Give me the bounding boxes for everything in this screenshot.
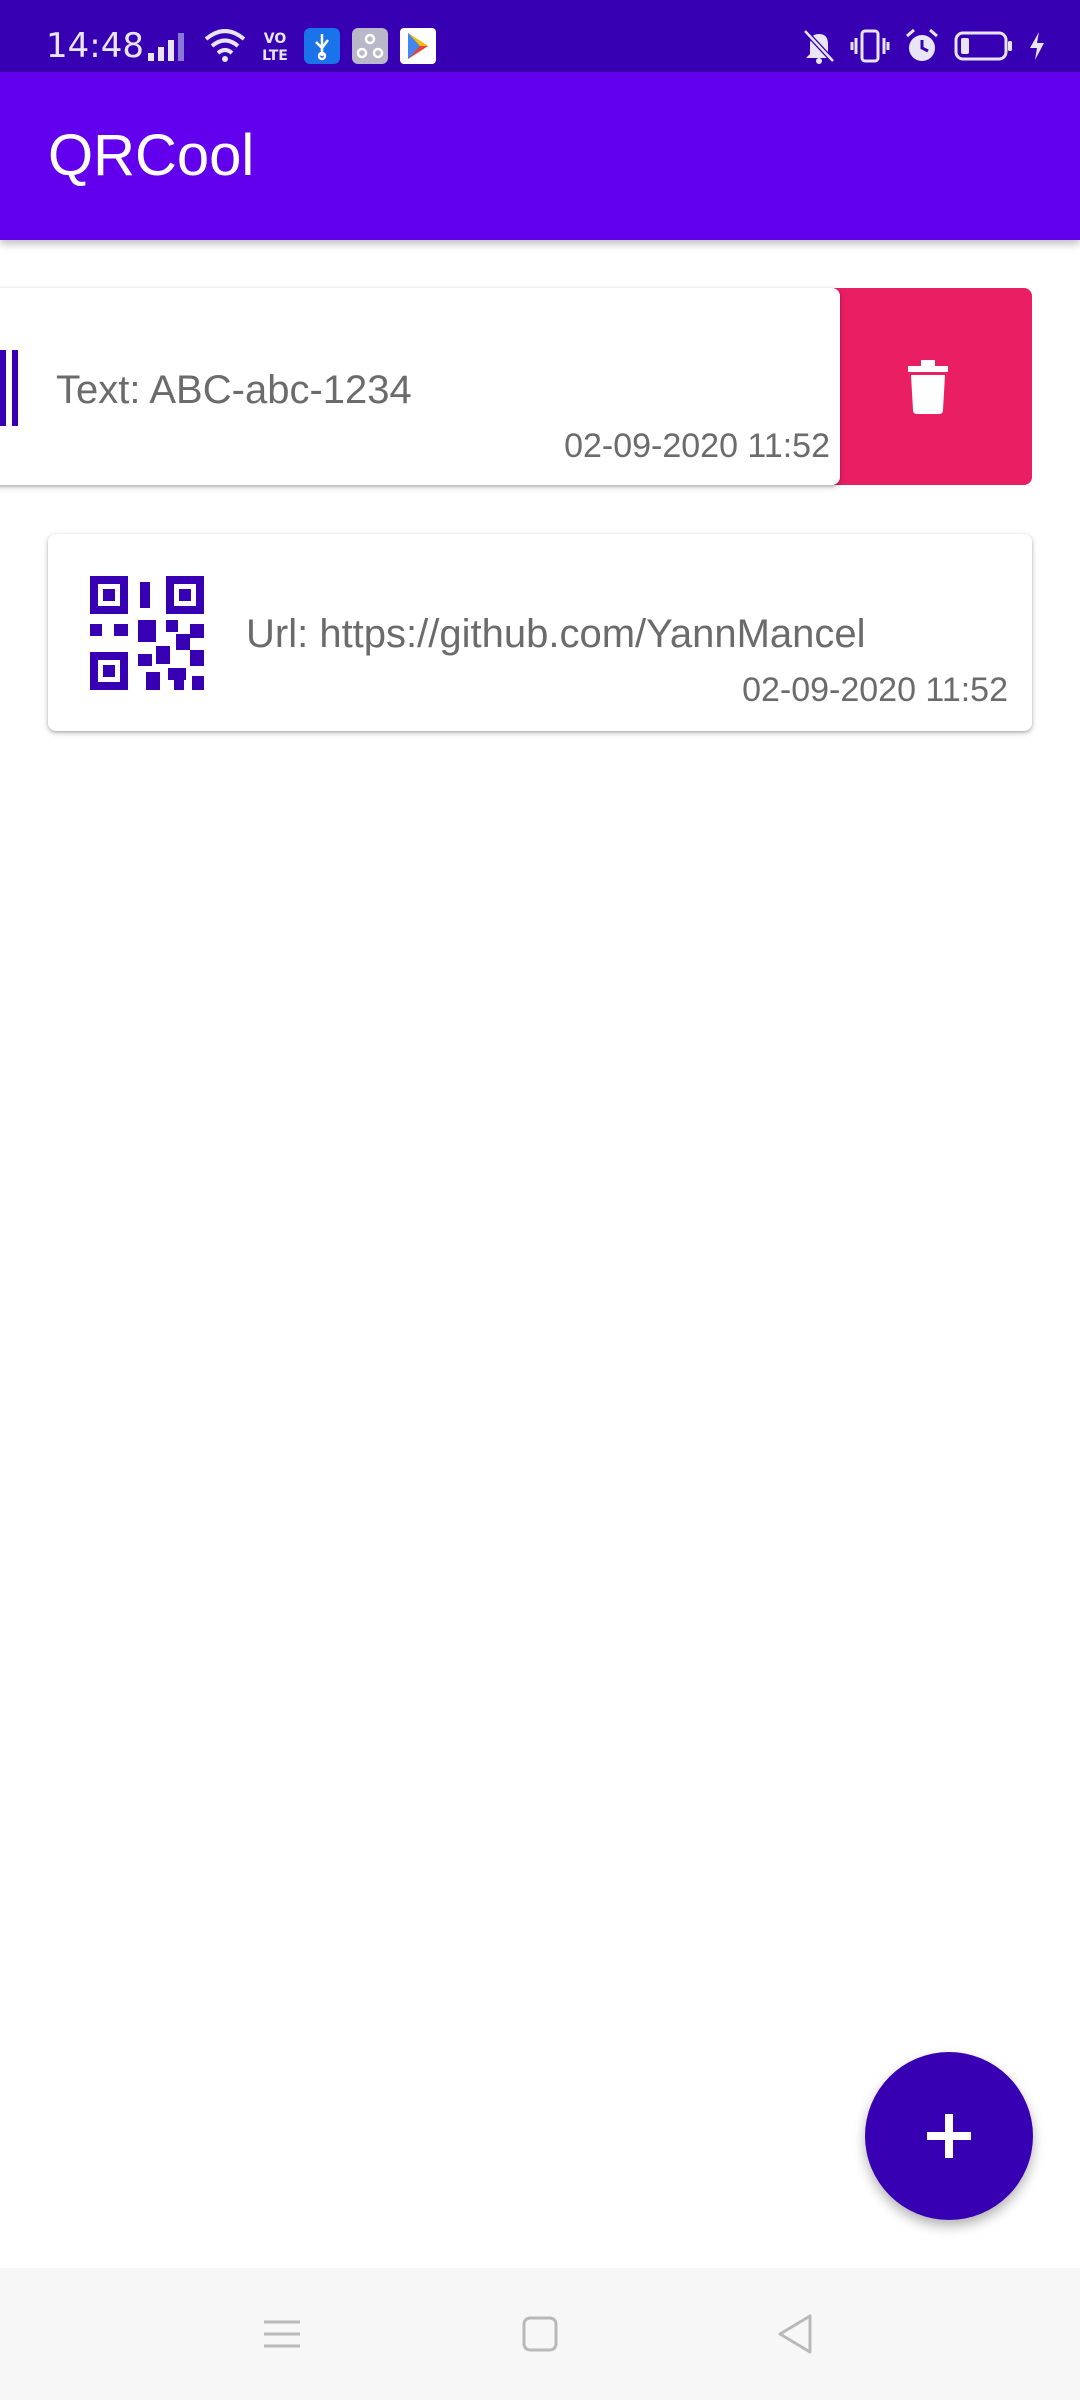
add-button[interactable] (865, 2052, 1033, 2220)
screen: 14:48 VO LTE QRCool Text: ABC-abc-1234 0… (0, 0, 1080, 2400)
usb-icon (304, 28, 340, 64)
volte-icon: VO LTE (258, 28, 292, 64)
item-date: 02-09-2020 11:52 (564, 427, 830, 465)
app-title: QRCool (48, 123, 255, 188)
list-item[interactable]: Text: ABC-abc-1234 02-09-2020 11:52 (0, 288, 840, 485)
menu-icon[interactable] (258, 2310, 306, 2358)
battery-icon (954, 30, 1014, 62)
alarm-icon (904, 28, 940, 64)
status-right-icons (802, 24, 1046, 68)
app-notification-icon (352, 28, 388, 64)
mute-icon (802, 28, 836, 64)
qr-code-icon (90, 576, 204, 694)
svg-text:VO: VO (264, 31, 287, 47)
app-bar: QRCool (0, 72, 1080, 240)
list-item[interactable]: Url: https://github.com/YannMancel 02-09… (48, 534, 1032, 731)
delete-action[interactable] (820, 288, 1032, 485)
wifi-icon (204, 29, 246, 63)
navigation-bar (0, 2268, 1080, 2400)
charging-icon (1028, 31, 1046, 61)
back-icon[interactable] (772, 2310, 820, 2358)
status-left-icons: VO LTE (148, 24, 436, 68)
status-bar: 14:48 VO LTE (0, 0, 1080, 72)
barcode-icon (0, 350, 22, 430)
play-store-icon (400, 28, 436, 64)
trash-icon (908, 360, 948, 418)
vibrate-icon (850, 28, 890, 64)
signal-icon (148, 31, 192, 61)
item-date: 02-09-2020 11:52 (742, 671, 1008, 709)
item-content: Url: https://github.com/YannMancel (246, 612, 866, 656)
home-icon[interactable] (516, 2310, 564, 2358)
item-content: Text: ABC-abc-1234 (56, 368, 412, 412)
status-time: 14:48 (46, 26, 144, 66)
plus-icon (921, 2108, 977, 2168)
svg-text:LTE: LTE (262, 48, 288, 64)
